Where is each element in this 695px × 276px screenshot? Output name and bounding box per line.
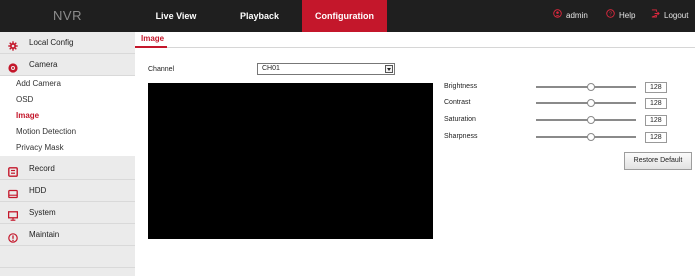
sidebar-item-label: Record bbox=[29, 164, 55, 173]
tab-configuration[interactable]: Configuration bbox=[302, 0, 387, 32]
brightness-value-field[interactable]: 128 bbox=[645, 82, 667, 93]
help-label: Help bbox=[619, 11, 636, 21]
hdd-icon bbox=[8, 186, 18, 199]
sidebar-item-label: System bbox=[29, 208, 56, 217]
sidebar-filler bbox=[0, 246, 135, 268]
contrast-label: Contrast bbox=[444, 99, 471, 106]
logout-icon bbox=[651, 0, 660, 32]
help-icon: ? bbox=[606, 0, 615, 32]
contrast-slider-track[interactable] bbox=[536, 102, 636, 104]
sidebar-subitem-image[interactable]: Image bbox=[0, 108, 135, 124]
record-icon bbox=[8, 164, 18, 177]
sidebar-subitem-label: Privacy Mask bbox=[16, 143, 64, 152]
saturation-value-field[interactable]: 128 bbox=[645, 115, 667, 126]
help-link[interactable]: ? Help bbox=[606, 0, 635, 32]
sidebar-item-local-config[interactable]: Local Config bbox=[0, 32, 135, 54]
sharpness-slider-track[interactable] bbox=[536, 136, 636, 138]
sidebar-subitem-motion-detection[interactable]: Motion Detection bbox=[0, 124, 135, 140]
sidebar-subitem-privacy-mask[interactable]: Privacy Mask bbox=[0, 140, 135, 156]
app-logo: NVR bbox=[53, 8, 82, 23]
sidebar-subitem-label: OSD bbox=[16, 95, 34, 104]
sidebar-subitem-label: Add Camera bbox=[16, 79, 61, 88]
sidebar-subitem-osd[interactable]: OSD bbox=[0, 92, 135, 108]
sidebar-item-record[interactable]: Record bbox=[0, 158, 135, 180]
monitor-icon bbox=[7, 208, 19, 221]
sharpness-slider-handle[interactable] bbox=[587, 133, 595, 141]
sidebar-subitem-add-camera[interactable]: Add Camera bbox=[0, 76, 135, 92]
chevron-down-icon[interactable] bbox=[385, 65, 393, 73]
sidebar-item-camera[interactable]: Camera bbox=[0, 54, 135, 76]
brightness-slider-track[interactable] bbox=[536, 86, 636, 88]
sidebar-item-label: Maintain bbox=[29, 230, 60, 239]
sidebar-item-label: HDD bbox=[29, 186, 47, 195]
gear-icon bbox=[8, 38, 18, 51]
sidebar-item-maintain[interactable]: Maintain bbox=[0, 224, 135, 246]
contrast-value-field[interactable]: 128 bbox=[645, 98, 667, 109]
sidebar-item-label: Camera bbox=[29, 60, 58, 69]
brightness-label: Brightness bbox=[444, 83, 478, 90]
channel-select[interactable]: CH01 bbox=[257, 63, 395, 75]
sidebar-item-label: Local Config bbox=[29, 38, 74, 47]
sharpness-label: Sharpness bbox=[444, 133, 478, 140]
saturation-slider-handle[interactable] bbox=[587, 116, 595, 124]
user-name: admin bbox=[566, 11, 588, 21]
tab-live-view[interactable]: Live View bbox=[135, 0, 217, 32]
contrast-slider-handle[interactable] bbox=[587, 99, 595, 107]
sidebar-subitem-label: Image bbox=[16, 111, 40, 120]
logout-link[interactable]: Logout bbox=[651, 0, 688, 32]
restore-default-button[interactable]: Restore Default bbox=[624, 152, 692, 170]
saturation-slider-track[interactable] bbox=[536, 119, 636, 121]
title-accent-bar bbox=[135, 46, 167, 48]
sidebar-item-hdd[interactable]: HDD bbox=[0, 180, 135, 202]
svg-text:?: ? bbox=[609, 12, 612, 18]
logout-label: Logout bbox=[664, 11, 689, 21]
sidebar: Local Config Camera Add Camera OSD Image… bbox=[0, 32, 135, 276]
sidebar-item-system[interactable]: System bbox=[0, 202, 135, 224]
sidebar-subitem-label: Motion Detection bbox=[16, 127, 77, 136]
user-icon bbox=[553, 0, 562, 32]
title-divider bbox=[135, 47, 695, 48]
top-bar: NVR Live View Playback Configuration adm… bbox=[0, 0, 695, 32]
user-link[interactable]: admin bbox=[553, 0, 588, 32]
saturation-label: Saturation bbox=[444, 116, 476, 123]
tab-playback[interactable]: Playback bbox=[217, 0, 302, 32]
brightness-slider-handle[interactable] bbox=[587, 83, 595, 91]
channel-label: Channel bbox=[148, 66, 175, 73]
video-preview bbox=[148, 83, 433, 239]
sharpness-value-field[interactable]: 128 bbox=[645, 132, 667, 143]
camera-icon bbox=[8, 60, 18, 73]
info-icon bbox=[8, 230, 18, 243]
channel-select-value: CH01 bbox=[262, 65, 280, 72]
page-title: Image bbox=[141, 34, 165, 43]
